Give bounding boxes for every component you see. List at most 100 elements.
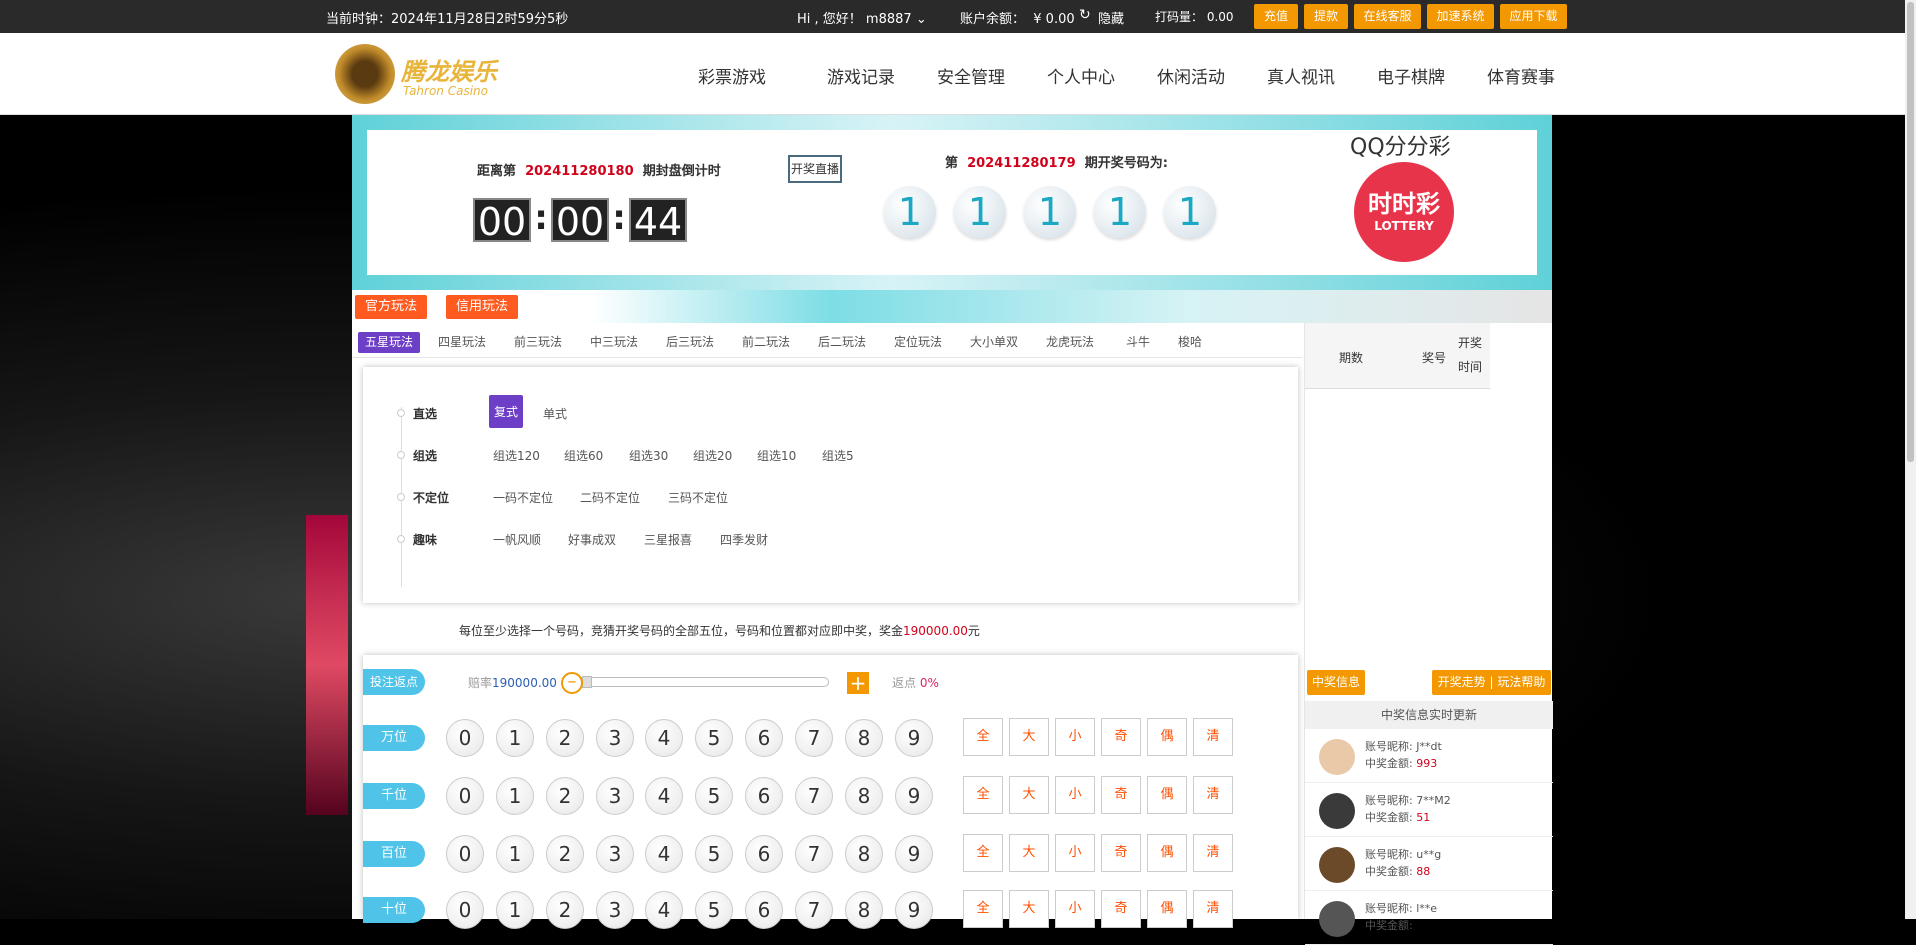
opt-one-unfixed[interactable]: 一码不定位 <box>493 489 553 506</box>
number-ball[interactable]: 1 <box>496 891 534 929</box>
user-greeting[interactable]: Hi , 您好！ m8887 ⌄ <box>797 8 927 27</box>
number-ball[interactable]: 3 <box>596 719 634 757</box>
deposit-button[interactable]: 充值 <box>1254 4 1298 29</box>
refresh-icon[interactable]: ↻ <box>1079 7 1091 23</box>
quick-small-button[interactable]: 小 <box>1055 834 1095 872</box>
quick-clear-button[interactable]: 清 <box>1193 718 1233 756</box>
number-ball[interactable]: 3 <box>596 891 634 929</box>
opt-fun-2[interactable]: 好事成双 <box>568 531 616 548</box>
nav-live-casino[interactable]: 真人视讯 <box>1267 63 1335 88</box>
quick-big-button[interactable]: 大 <box>1009 834 1049 872</box>
opt-fun-4[interactable]: 四季发财 <box>720 531 768 548</box>
rebate-slider[interactable] <box>573 676 829 688</box>
number-ball[interactable]: 9 <box>895 835 933 873</box>
number-ball[interactable]: 4 <box>645 891 683 929</box>
nav-account[interactable]: 个人中心 <box>1047 63 1115 88</box>
number-ball[interactable]: 3 <box>596 835 634 873</box>
number-ball[interactable]: 5 <box>695 835 733 873</box>
tab-dragon-tiger[interactable]: 龙虎玩法 <box>1042 332 1098 353</box>
number-ball[interactable]: 8 <box>845 891 883 929</box>
number-ball[interactable]: 0 <box>446 835 484 873</box>
tab-middle-three[interactable]: 中三玩法 <box>586 332 642 353</box>
quick-odd-button[interactable]: 奇 <box>1101 834 1141 872</box>
quick-small-button[interactable]: 小 <box>1055 718 1095 756</box>
opt-fun-1[interactable]: 一帆风顺 <box>493 531 541 548</box>
app-download-button[interactable]: 应用下载 <box>1500 4 1567 29</box>
number-ball[interactable]: 7 <box>795 891 833 929</box>
opt-group10[interactable]: 组选10 <box>757 447 796 464</box>
help-link[interactable]: 玩法帮助 <box>1497 675 1545 689</box>
customer-service-button[interactable]: 在线客服 <box>1354 4 1421 29</box>
plus-icon[interactable]: + <box>847 672 869 694</box>
site-logo[interactable]: 腾龙娱乐 Tahron Casino <box>335 44 510 104</box>
number-ball[interactable]: 0 <box>446 777 484 815</box>
opt-three-unfixed[interactable]: 三码不定位 <box>668 489 728 506</box>
quick-odd-button[interactable]: 奇 <box>1101 890 1141 928</box>
tab-suoha[interactable]: 梭哈 <box>1170 332 1210 353</box>
quick-even-button[interactable]: 偶 <box>1147 776 1187 814</box>
nav-records[interactable]: 游戏记录 <box>827 63 895 88</box>
quick-big-button[interactable]: 大 <box>1009 718 1049 756</box>
number-ball[interactable]: 1 <box>496 835 534 873</box>
tab-position[interactable]: 定位玩法 <box>890 332 946 353</box>
number-ball[interactable]: 0 <box>446 891 484 929</box>
live-draw-button[interactable]: 开奖直播 <box>788 155 842 183</box>
number-ball[interactable]: 4 <box>645 777 683 815</box>
number-ball[interactable]: 9 <box>895 719 933 757</box>
number-ball[interactable]: 7 <box>795 719 833 757</box>
opt-two-unfixed[interactable]: 二码不定位 <box>580 489 640 506</box>
trend-link[interactable]: 开奖走势 <box>1438 675 1486 689</box>
nav-lottery[interactable]: 彩票游戏 <box>698 63 766 88</box>
number-ball[interactable]: 5 <box>695 719 733 757</box>
opt-group20[interactable]: 组选20 <box>693 447 732 464</box>
win-info-button[interactable]: 中奖信息 <box>1307 670 1365 695</box>
number-ball[interactable]: 4 <box>645 835 683 873</box>
number-ball[interactable]: 8 <box>845 777 883 815</box>
trend-help-buttons[interactable]: 开奖走势 | 玩法帮助 <box>1432 670 1551 695</box>
number-ball[interactable]: 4 <box>645 719 683 757</box>
tab-front-two[interactable]: 前二玩法 <box>738 332 794 353</box>
quick-all-button[interactable]: 全 <box>963 718 1003 756</box>
number-ball[interactable]: 6 <box>745 835 783 873</box>
quick-odd-button[interactable]: 奇 <box>1101 718 1141 756</box>
tab-big-small[interactable]: 大小单双 <box>966 332 1022 353</box>
number-ball[interactable]: 9 <box>895 777 933 815</box>
tab-back-two[interactable]: 后二玩法 <box>814 332 870 353</box>
quick-clear-button[interactable]: 清 <box>1193 776 1233 814</box>
tab-five-star[interactable]: 五星玩法 <box>358 332 420 353</box>
opt-group60[interactable]: 组选60 <box>564 447 603 464</box>
withdraw-button[interactable]: 提款 <box>1304 4 1348 29</box>
tab-niuniu[interactable]: 斗牛 <box>1118 332 1158 353</box>
hide-balance-button[interactable]: 隐藏 <box>1098 8 1124 27</box>
mode-credit-button[interactable]: 信用玩法 <box>446 295 519 319</box>
tab-front-three[interactable]: 前三玩法 <box>510 332 566 353</box>
minus-icon[interactable]: – <box>561 672 583 694</box>
quick-clear-button[interactable]: 清 <box>1193 890 1233 928</box>
quick-all-button[interactable]: 全 <box>963 890 1003 928</box>
number-ball[interactable]: 0 <box>446 719 484 757</box>
number-ball[interactable]: 6 <box>745 719 783 757</box>
nav-sports[interactable]: 体育赛事 <box>1487 63 1555 88</box>
tab-four-star[interactable]: 四星玩法 <box>434 332 490 353</box>
number-ball[interactable]: 5 <box>695 777 733 815</box>
number-ball[interactable]: 1 <box>496 777 534 815</box>
nav-activities[interactable]: 休闲活动 <box>1157 63 1225 88</box>
quick-odd-button[interactable]: 奇 <box>1101 776 1141 814</box>
tab-back-three[interactable]: 后三玩法 <box>662 332 718 353</box>
number-ball[interactable]: 2 <box>546 891 584 929</box>
number-ball[interactable]: 7 <box>795 777 833 815</box>
quick-even-button[interactable]: 偶 <box>1147 834 1187 872</box>
nav-security[interactable]: 安全管理 <box>937 63 1005 88</box>
number-ball[interactable]: 6 <box>745 891 783 929</box>
quick-big-button[interactable]: 大 <box>1009 776 1049 814</box>
page-scrollbar[interactable] <box>1905 0 1916 919</box>
opt-single[interactable]: 单式 <box>543 405 567 422</box>
opt-fun-3[interactable]: 三星报喜 <box>644 531 692 548</box>
nav-chess[interactable]: 电子棋牌 <box>1377 63 1445 88</box>
quick-even-button[interactable]: 偶 <box>1147 890 1187 928</box>
quick-even-button[interactable]: 偶 <box>1147 718 1187 756</box>
opt-group5[interactable]: 组选5 <box>822 447 854 464</box>
quick-big-button[interactable]: 大 <box>1009 890 1049 928</box>
number-ball[interactable]: 5 <box>695 891 733 929</box>
quick-small-button[interactable]: 小 <box>1055 890 1095 928</box>
